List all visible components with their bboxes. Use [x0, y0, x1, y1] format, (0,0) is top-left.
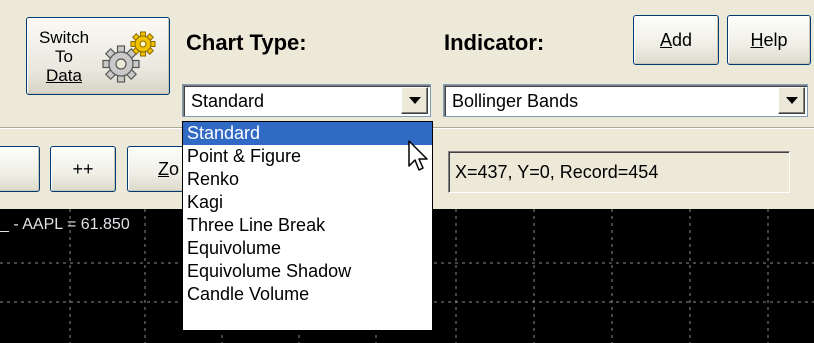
chart-type-option[interactable]: Renko [183, 168, 432, 191]
zoom-button-label: Zo [158, 158, 180, 179]
indicator-select[interactable]: Bollinger Bands [443, 84, 808, 117]
chart-type-option[interactable]: Three Line Break [183, 214, 432, 237]
switch-to-data-label: Switch To Data [31, 28, 97, 85]
previous-nav-button[interactable] [0, 146, 40, 192]
chart-type-option[interactable]: Standard [183, 122, 432, 145]
plus-plus-label: ++ [72, 158, 94, 179]
chart-type-option[interactable]: Candle Volume [183, 283, 432, 306]
switch-label-line3: Data [46, 65, 82, 85]
switch-label-line1: Switch [38, 27, 90, 47]
chart-type-option[interactable]: Equivolume Shadow [183, 260, 432, 283]
help-button[interactable]: Help [727, 15, 811, 65]
chart-type-option[interactable]: Equivolume [183, 237, 432, 260]
add-button[interactable]: Add [633, 15, 719, 65]
switch-to-data-button[interactable]: Switch To Data [26, 17, 170, 95]
chart-type-select[interactable]: Standard [182, 84, 431, 117]
help-button-label: Help [750, 29, 788, 50]
chevron-down-icon [785, 97, 798, 104]
chart-type-label: Chart Type: [186, 30, 307, 55]
chart-type-value: Standard [191, 91, 265, 111]
chart-type-option[interactable]: Kagi [183, 191, 432, 214]
mouse-pointer-icon [408, 140, 430, 179]
chart-type-dropdown-list[interactable]: Standard Point & Figure Renko Kagi Three Lin… [182, 121, 433, 331]
coordinate-readout: X=437, Y=0, Record=454 [448, 151, 790, 193]
indicator-label: Indicator: [444, 30, 545, 55]
indicator-dropdown-button[interactable] [778, 87, 805, 114]
plus-plus-button[interactable]: ++ [50, 146, 116, 192]
chart-type-dropdown-button[interactable] [401, 87, 428, 114]
gears-icon [97, 28, 163, 88]
switch-label-line2: To [55, 46, 73, 66]
chart-type-option[interactable]: Point & Figure [183, 145, 432, 168]
add-button-label: Add [659, 29, 693, 50]
chart-symbol-label: _ - AAPL = 61.850 [0, 216, 130, 233]
chevron-down-icon [408, 97, 421, 104]
indicator-value: Bollinger Bands [452, 91, 579, 111]
